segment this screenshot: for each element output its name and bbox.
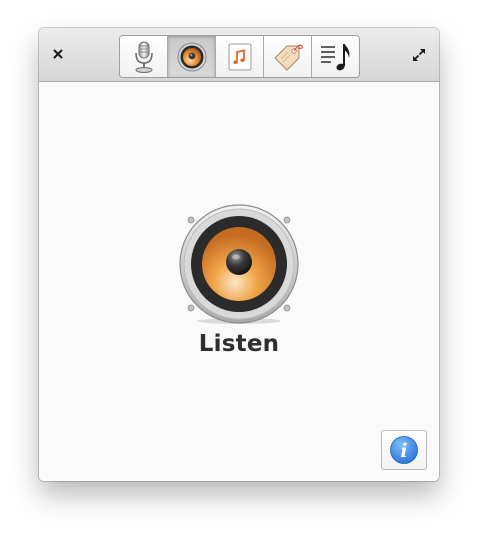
fullscreen-icon xyxy=(413,49,425,61)
tag-icon xyxy=(273,44,303,71)
close-button[interactable] xyxy=(49,45,67,63)
app-window: Listen i xyxy=(39,28,439,481)
mode-label: Listen xyxy=(198,331,280,357)
mode-toolbar xyxy=(119,35,360,78)
title-bar xyxy=(39,28,439,82)
toolbar-button-listen[interactable] xyxy=(168,36,216,77)
toolbar-button-lyrics[interactable] xyxy=(312,36,359,77)
microphone-icon xyxy=(134,41,153,73)
main-content: Listen i xyxy=(39,82,439,481)
speaker-illustration xyxy=(178,204,300,326)
lyrics-note-icon xyxy=(320,43,349,70)
music-note-icon xyxy=(228,43,251,70)
fullscreen-button[interactable] xyxy=(410,46,428,64)
toolbar-button-microphone[interactable] xyxy=(120,36,168,77)
toolbar-button-tag[interactable] xyxy=(264,36,312,77)
info-glyph: i xyxy=(400,440,407,462)
speaker-icon xyxy=(177,42,206,71)
info-icon: i xyxy=(390,436,418,464)
toolbar-button-music[interactable] xyxy=(216,36,264,77)
close-icon xyxy=(53,49,63,59)
info-button[interactable]: i xyxy=(381,430,427,470)
speaker-icon xyxy=(179,204,299,324)
